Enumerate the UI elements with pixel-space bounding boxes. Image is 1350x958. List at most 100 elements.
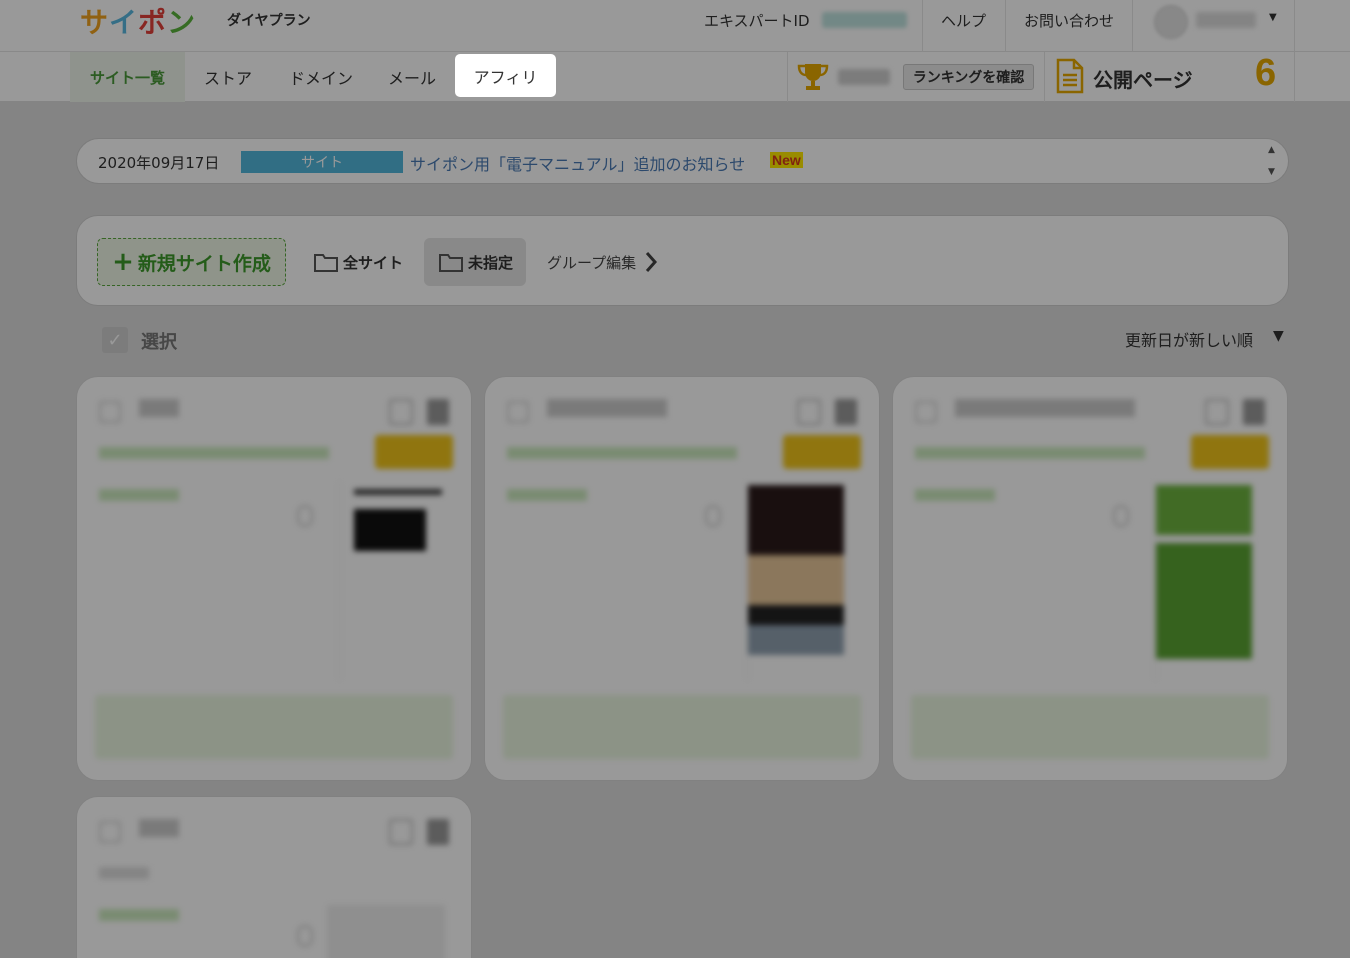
tab-domain[interactable]: ドメイン	[276, 52, 366, 102]
card-status-badge	[1191, 435, 1269, 469]
card-cta[interactable]	[503, 695, 861, 759]
gauge-icon	[297, 925, 313, 947]
plus-icon: +	[112, 247, 134, 277]
notice-date: 2020年09月17日	[98, 154, 220, 172]
site-card-content	[485, 377, 879, 780]
ranking-button[interactable]: ランキングを確認	[903, 64, 1034, 90]
site-toolbar: + 新規サイト作成 全サイト 未指定 グループ編集	[76, 215, 1289, 306]
tab-mail[interactable]: メール	[376, 52, 448, 102]
ranking-value	[838, 69, 890, 85]
sort-dropdown[interactable]: 更新日が新しい順	[1125, 327, 1253, 351]
card-cta[interactable]	[911, 695, 1269, 759]
copy-icon[interactable]	[797, 399, 821, 425]
card-title	[139, 819, 179, 837]
notice-bar: 2020年09月17日 サイト サイポン用「電子マニュアル」追加のお知らせ Ne…	[76, 138, 1289, 184]
trash-icon[interactable]	[835, 399, 857, 425]
copy-icon[interactable]	[389, 399, 413, 425]
document-icon	[1056, 58, 1084, 94]
tab-affiliate[interactable]: アフィリ	[455, 54, 556, 97]
avatar	[1154, 5, 1188, 39]
top-header: サ イ ポ ン ダイヤプラン エキスパートID ヘルプ お問い合わせ ▼	[0, 0, 1350, 52]
trash-icon[interactable]	[427, 819, 449, 845]
card-checkbox[interactable]	[99, 401, 121, 423]
copy-icon[interactable]	[1205, 399, 1229, 425]
card-thumbnail	[327, 905, 445, 958]
main-nav: サイト一覧 ストア ドメイン メール ランキングを確認 公開ページ 6	[0, 52, 1350, 102]
card-url[interactable]	[507, 447, 737, 459]
filter-unassigned[interactable]: 未指定	[424, 238, 526, 286]
folder-icon	[439, 254, 463, 272]
trash-icon[interactable]	[1243, 399, 1265, 425]
card-title	[139, 399, 179, 417]
filter-all-label: 全サイト	[343, 253, 404, 272]
filter-unassigned-label: 未指定	[468, 253, 514, 272]
card-cta[interactable]	[95, 695, 453, 759]
filter-all-sites[interactable]: 全サイト	[311, 238, 405, 286]
trash-icon[interactable]	[427, 399, 449, 425]
site-card[interactable]	[484, 376, 880, 781]
folder-icon	[314, 254, 338, 272]
group-edit-button[interactable]: グループ編集	[547, 238, 658, 286]
help-link[interactable]: ヘルプ	[941, 10, 986, 31]
public-pages-count: 6	[1255, 52, 1277, 94]
logo-char-2: イ	[109, 6, 139, 39]
plan-name: ダイヤプラン	[227, 13, 311, 29]
divider	[1132, 0, 1133, 52]
expert-id-value	[822, 12, 907, 28]
expert-id-label: エキスパートID	[704, 12, 810, 30]
user-menu[interactable]: ▼	[1146, 0, 1294, 52]
tab-store[interactable]: ストア	[190, 52, 266, 102]
divider	[1294, 0, 1295, 52]
card-thumbnail	[1155, 481, 1255, 681]
card-wp-link[interactable]	[507, 489, 587, 501]
scroll-up-icon[interactable]: ▲	[1268, 145, 1275, 155]
chevron-down-icon: ▼	[1269, 12, 1277, 23]
card-url[interactable]	[99, 447, 329, 459]
card-checkbox[interactable]	[507, 401, 529, 423]
card-thumbnail	[339, 481, 442, 681]
logo-char-3: ポ	[138, 6, 168, 39]
site-card[interactable]	[76, 376, 472, 781]
card-wp-link[interactable]	[915, 489, 995, 501]
card-title	[955, 399, 1135, 417]
site-card-content	[77, 797, 471, 958]
card-wp-link[interactable]	[99, 489, 179, 501]
copy-icon[interactable]	[389, 819, 413, 845]
site-card[interactable]	[892, 376, 1288, 781]
card-url[interactable]	[99, 867, 149, 879]
group-edit-label: グループ編集	[547, 253, 637, 272]
site-card-content	[893, 377, 1287, 780]
trophy-icon	[797, 64, 829, 90]
divider	[1005, 0, 1006, 52]
saipon-logo[interactable]: サ イ ポ ン	[80, 4, 197, 39]
notice-scroller[interactable]: ▲ ▼	[1268, 145, 1278, 177]
card-checkbox[interactable]	[99, 821, 121, 843]
new-site-button[interactable]: + 新規サイト作成	[97, 238, 286, 286]
card-status-badge	[783, 435, 861, 469]
chevron-down-icon[interactable]: ▼	[1273, 328, 1284, 344]
card-status-badge	[375, 435, 453, 469]
new-badge: New	[770, 152, 803, 168]
chevron-right-icon	[645, 252, 658, 272]
card-checkbox[interactable]	[915, 401, 937, 423]
site-card-content	[77, 377, 471, 780]
notice-category-badge: サイト	[241, 151, 403, 173]
site-card[interactable]	[76, 796, 472, 958]
card-thumbnail	[747, 481, 847, 681]
divider	[1294, 52, 1295, 102]
card-url[interactable]	[915, 447, 1145, 459]
logo-char-4: ン	[167, 6, 197, 39]
tab-site-list[interactable]: サイト一覧	[70, 52, 185, 102]
divider	[787, 52, 788, 102]
divider	[922, 0, 923, 52]
scroll-down-icon[interactable]: ▼	[1268, 167, 1275, 177]
card-title	[547, 399, 667, 417]
select-all-checkbox[interactable]: ✓	[102, 327, 128, 353]
contact-link[interactable]: お問い合わせ	[1024, 10, 1114, 31]
public-pages-label[interactable]: 公開ページ	[1093, 64, 1193, 93]
gauge-icon	[297, 505, 313, 527]
card-wp-link[interactable]	[99, 909, 179, 921]
gauge-icon	[1113, 505, 1129, 527]
logo-char-1: サ	[80, 6, 110, 39]
notice-link[interactable]: サイポン用「電子マニュアル」追加のお知らせ	[410, 151, 745, 175]
